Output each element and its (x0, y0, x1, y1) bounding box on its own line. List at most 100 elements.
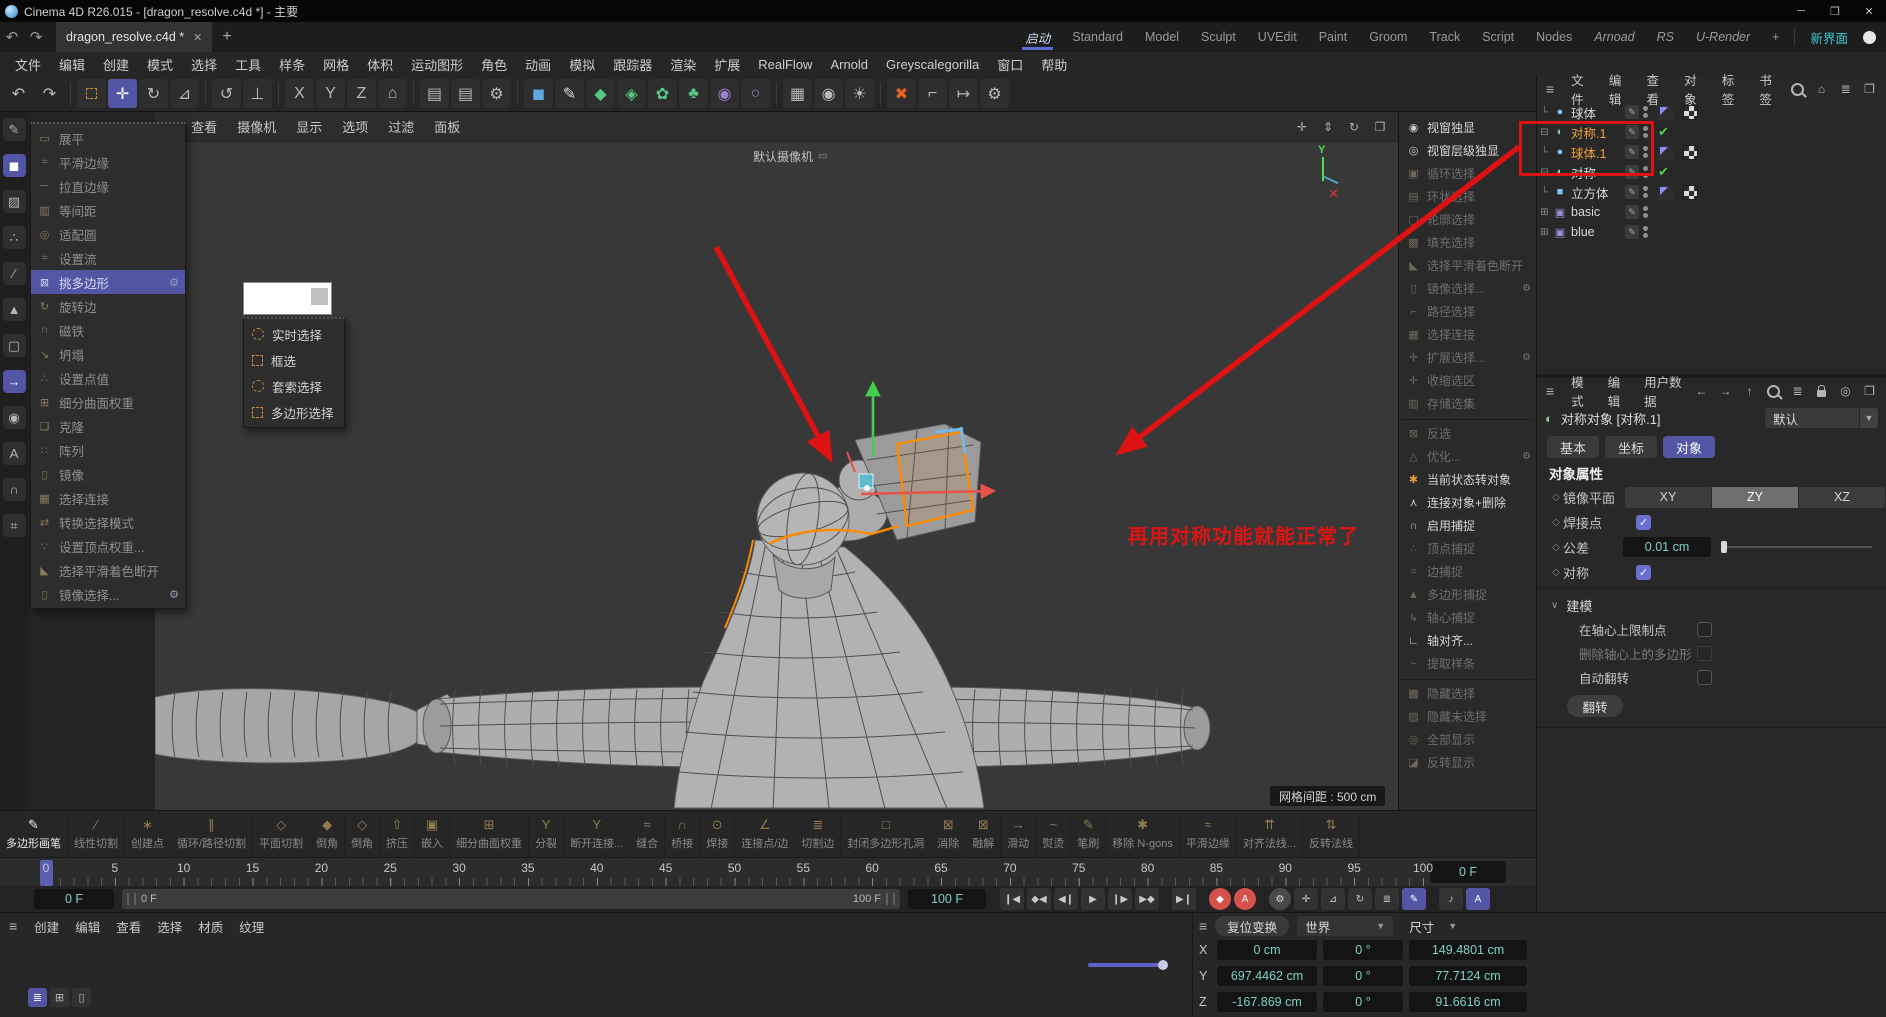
object-row[interactable]: └ ● 球体 ✎ (1537, 102, 1886, 122)
weld-checkbox[interactable]: ✓ (1636, 514, 1651, 530)
menubar-item[interactable]: 网格 (314, 55, 358, 74)
shelf-tool[interactable]: □ 封闭多边形孔洞 (841, 811, 932, 857)
object-name[interactable]: basic (1568, 205, 1600, 219)
shelf-tool[interactable]: ⇅ 反转法线 (1303, 811, 1360, 857)
viewport-menu-item[interactable]: 摄像机 (227, 117, 286, 136)
shelf-tool[interactable]: ✎ 多边形画笔 (0, 811, 68, 857)
position-field[interactable]: 0 cm (1217, 940, 1317, 960)
enabled-check-icon[interactable]: ✔ (1658, 124, 1669, 140)
redo-button[interactable]: ↷ (35, 79, 64, 108)
layout-tab[interactable]: Script (1471, 22, 1525, 52)
search-icon[interactable] (1789, 81, 1806, 98)
preset-dropdown[interactable]: 默认 ▼ (1765, 408, 1878, 428)
mirror-option-xz[interactable]: XZ (1799, 486, 1885, 508)
attribute-menu-item[interactable]: 编辑 (1600, 372, 1636, 410)
position-field[interactable]: -167.869 cm (1217, 992, 1317, 1012)
phong-tag-icon[interactable] (1658, 184, 1673, 200)
flyout-item[interactable]: ≈ 平滑边缘 (31, 150, 185, 174)
back-icon[interactable]: ← (1693, 383, 1710, 400)
record-rotation-button[interactable]: ↻ (1348, 888, 1372, 910)
polygons-mode-icon[interactable]: ▲ (2, 298, 26, 321)
shelf-tool[interactable]: ∕ 线性切割 (68, 811, 125, 857)
palette-item[interactable]: ▩ 填充选择 (1399, 231, 1536, 254)
menubar-item[interactable]: 模拟 (560, 55, 604, 74)
new-interface-button[interactable]: 新界面 (1799, 22, 1859, 52)
material-menu-item[interactable]: 纹理 (231, 917, 272, 936)
add-layout-button[interactable]: + (1761, 22, 1790, 52)
menubar-item[interactable]: 选择 (182, 55, 226, 74)
rotation-field[interactable]: 0 ° (1323, 940, 1403, 960)
timeline-ruler[interactable]: 0 F 0 5 10 15 20 25 30 35 40 45 50 55 60 65 70 75 80 85 90… (0, 857, 1536, 887)
gear-icon[interactable]: ⚙ (169, 588, 179, 601)
prev-frame-button[interactable]: ◀❙ (1054, 888, 1078, 910)
record-keyframe-button[interactable]: ◆ (1209, 888, 1231, 910)
menubar-item[interactable]: 模式 (138, 55, 182, 74)
palette-item[interactable]: ✛ 扩展选择... ⚙ (1399, 346, 1536, 369)
palette-item[interactable]: ◉ 视窗独显 (1399, 116, 1536, 139)
shelf-tool[interactable]: ◆ 倒角 (310, 811, 346, 857)
filter-icon[interactable]: ≣ (1837, 81, 1854, 98)
render-view-button[interactable]: ▤ (420, 79, 449, 108)
panel-icon[interactable]: ❐ (1861, 81, 1878, 98)
goto-start-button[interactable]: ❙◀ (1000, 888, 1024, 910)
record-point-level-button[interactable]: ✎ (1402, 888, 1426, 910)
z-axis-toggle[interactable]: Z (347, 79, 376, 108)
palette-item[interactable]: ∟ 轴对齐... (1399, 629, 1536, 652)
axis-lock-button[interactable]: ⊥ (243, 79, 272, 108)
material-grid-view-button[interactable]: ⊞ (50, 988, 69, 1007)
export-button[interactable]: ↦ (949, 79, 978, 108)
add-tab-button[interactable]: + (212, 28, 241, 46)
autokey-selection-button[interactable]: A (1466, 888, 1490, 910)
flyout-item[interactable]: ▯ 镜像选择... ⚙ (31, 582, 185, 606)
bracket-tool-button[interactable]: ⌐ (918, 79, 947, 108)
context-menu-item[interactable]: 实时选择 (244, 321, 344, 347)
material-menu-item[interactable]: 编辑 (67, 917, 108, 936)
palette-item[interactable]: ∴ 顶点捕捉 (1399, 537, 1536, 560)
model-mode-icon[interactable]: ◼ (2, 154, 26, 177)
layout-tab[interactable]: UVEdit (1247, 22, 1308, 52)
mirror-option-xy[interactable]: XY (1625, 486, 1712, 508)
menubar-item[interactable]: 窗口 (988, 55, 1032, 74)
object-name[interactable]: 立方体 (1568, 183, 1609, 202)
tolerance-field[interactable]: 0.01 cm (1623, 537, 1711, 557)
viewport-menu-item[interactable]: 过滤 (378, 117, 424, 136)
menubar-item[interactable]: 动画 (516, 55, 560, 74)
add-pen-button[interactable]: ✎ (555, 79, 584, 108)
shelf-tool[interactable]: ⊞ 细分曲面权重 (450, 811, 530, 857)
restrict-checkbox[interactable] (1697, 621, 1712, 637)
up-icon[interactable]: ↑ (1741, 383, 1758, 400)
viewport[interactable]: ≡ 查看摄像机显示选项过滤面板 ✛⇕↻❐ 默认摄像机 ▭ Y ✕ 网格间距 : … (155, 112, 1398, 810)
shelf-tool[interactable]: ✱ 移除 N-gons (1106, 811, 1180, 857)
tab-坐标[interactable]: 坐标 (1605, 436, 1658, 458)
display-tag-icon[interactable] (1683, 184, 1698, 200)
move-tool[interactable]: ✛ (108, 79, 137, 108)
sound-button[interactable]: ♪ (1439, 888, 1463, 910)
menubar-item[interactable]: 跟踪器 (604, 55, 661, 74)
menubar-item[interactable]: 创建 (94, 55, 138, 74)
shelf-tool[interactable]: Y 断开连接... (564, 811, 631, 857)
display-tag-icon[interactable] (1683, 104, 1698, 120)
menubar-item[interactable]: Greyscalegorilla (877, 57, 988, 72)
attribute-menu-item[interactable]: 模式 (1563, 372, 1599, 410)
shelf-tool[interactable]: ≣ 切割边 (795, 811, 842, 857)
palette-item[interactable]: ⊠ 反选 (1399, 422, 1536, 445)
play-button[interactable]: ▶ (1081, 888, 1105, 910)
flyout-item[interactable]: ▦ 选择连接 (31, 486, 185, 510)
range-end-field[interactable]: 100 F (908, 889, 986, 909)
shelf-tool[interactable]: ∥ 循环/路径切割 (171, 811, 254, 857)
palette-item[interactable]: ↳ 轴心捕捉 (1399, 606, 1536, 629)
shelf-tool[interactable]: Y 分裂 (529, 811, 565, 857)
menubar-item[interactable]: 渲染 (661, 55, 705, 74)
add-floor-button[interactable]: ▦ (783, 79, 812, 108)
palette-item[interactable]: ▤ 环状选择 (1399, 185, 1536, 208)
menubar-item[interactable]: RealFlow (749, 57, 821, 72)
palette-item[interactable]: ◣ 选择平滑着色断开 (1399, 254, 1536, 277)
rotate-tool[interactable]: ↻ (139, 79, 168, 108)
gear-icon[interactable]: ⚙ (1522, 283, 1531, 294)
enabled-check-icon[interactable]: ✔ (1658, 164, 1669, 180)
render-picture-viewer-button[interactable]: ▤ (451, 79, 480, 108)
shelf-tool[interactable]: ∩ 桥接 (665, 811, 701, 857)
zoom-view-icon[interactable]: ⇕ (1318, 117, 1338, 137)
undo-icon[interactable]: ↶ (0, 25, 24, 49)
attribute-menu-icon[interactable]: ≡ (1537, 383, 1563, 399)
